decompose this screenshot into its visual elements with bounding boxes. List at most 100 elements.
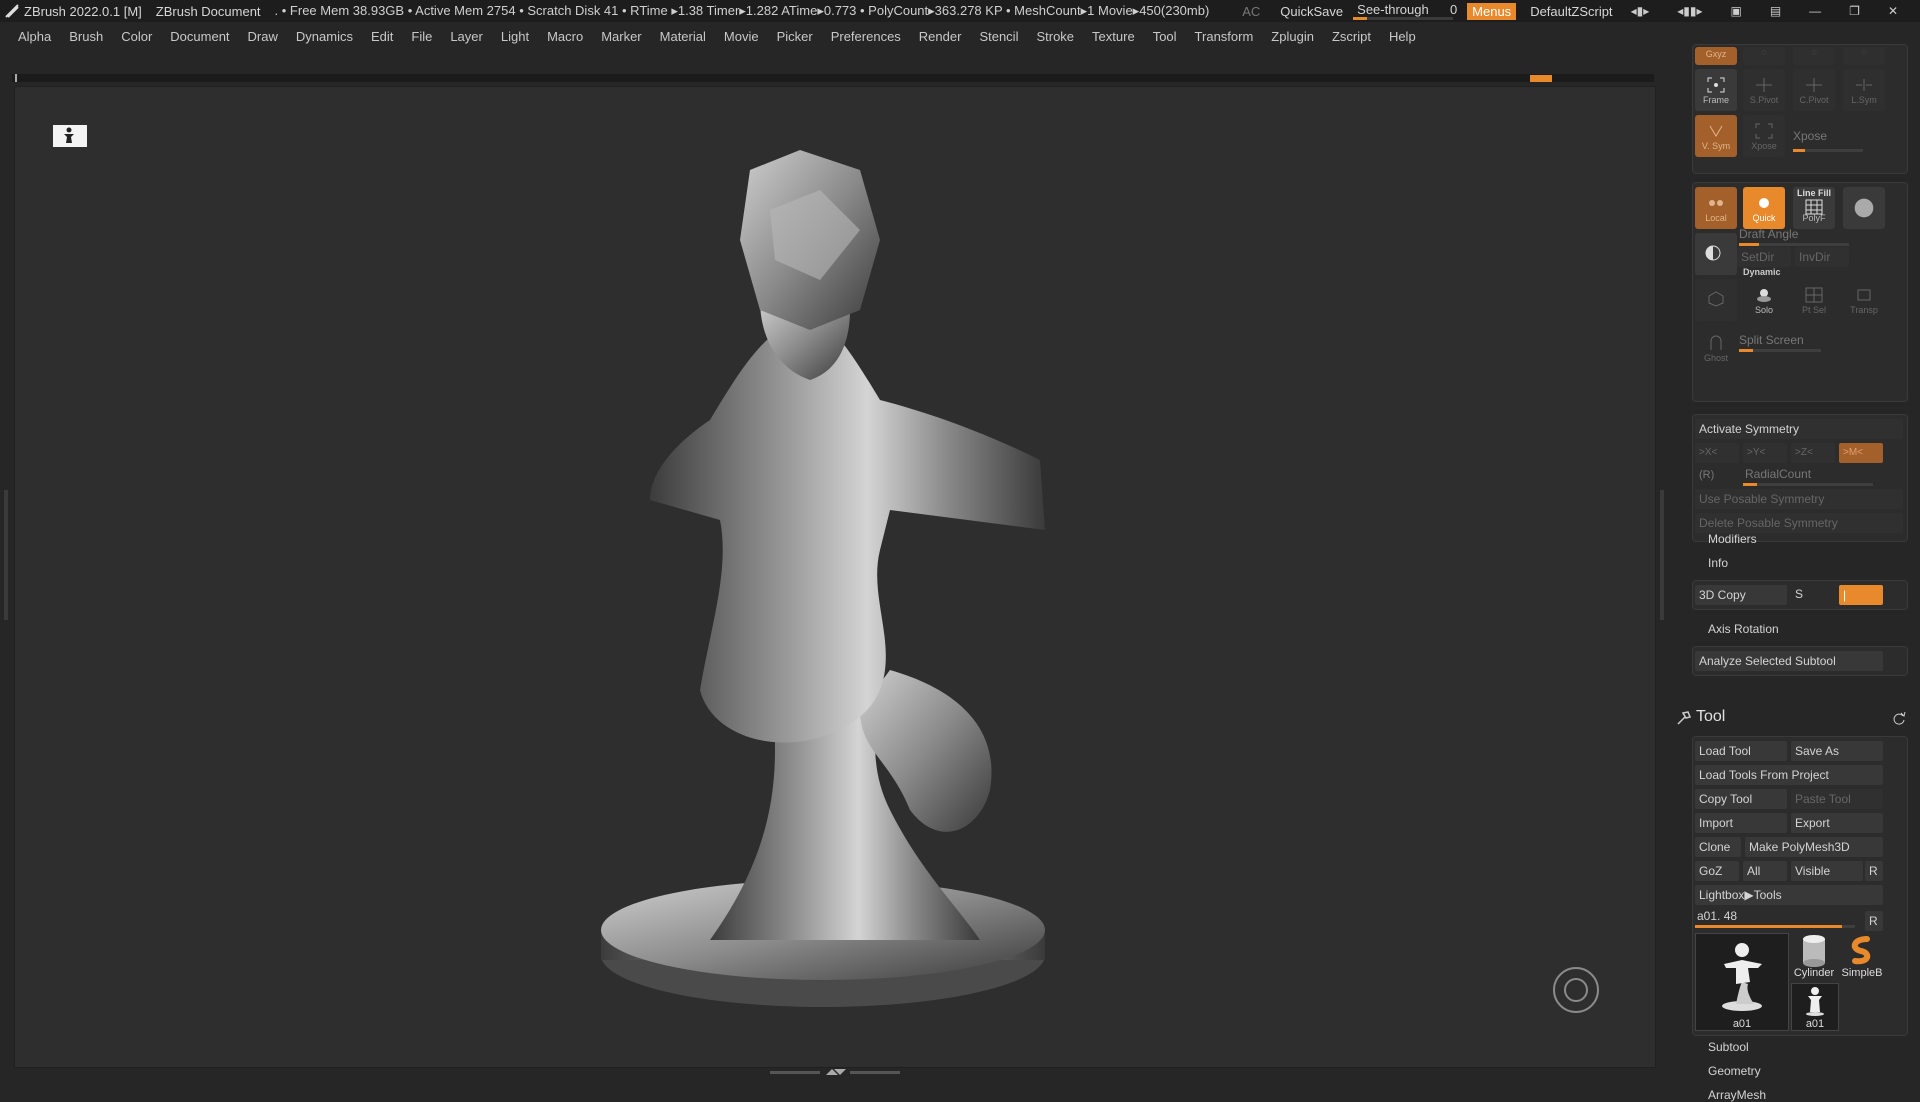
sym-z-button[interactable]: >Z< [1791,443,1835,463]
menu-document[interactable]: Document [170,29,229,44]
menu-dynamics[interactable]: Dynamics [296,29,353,44]
tool-palette-header[interactable]: Tool [1677,708,1906,730]
goz-button[interactable]: GoZ [1695,861,1739,881]
ac-button[interactable]: AC [1242,4,1260,19]
copy3d-button[interactable]: 3D Copy [1695,585,1787,605]
floor-toggle[interactable] [1695,233,1737,275]
goz-visible-button[interactable]: Visible [1791,861,1863,881]
menu-picker[interactable]: Picker [777,29,813,44]
right-tray-handle[interactable] [1660,490,1664,620]
menu-brush[interactable]: Brush [69,29,103,44]
frame-button[interactable]: Frame [1695,69,1737,111]
radialcount-slider[interactable] [1743,483,1873,486]
quicksave-button[interactable]: QuickSave [1280,4,1343,19]
transp-button[interactable]: Transp [1843,279,1885,321]
menu-light[interactable]: Light [501,29,529,44]
minimize-icon[interactable]: — [1809,4,1821,18]
timeline[interactable] [12,74,1654,82]
tool-thumb-a01-small[interactable]: a01 [1791,983,1839,1031]
activate-symmetry-button[interactable]: Activate Symmetry [1695,419,1903,439]
tool-thumb-cylinder[interactable]: Cylinder [1791,933,1837,979]
lsym-button[interactable]: L.Sym [1843,69,1885,111]
see-through-slider[interactable]: See-through 0 [1353,0,1457,22]
perspective-toggle[interactable] [1695,279,1737,321]
copy-tool-button[interactable]: Copy Tool [1695,789,1787,809]
cpivot-button[interactable]: C.Pivot [1793,69,1835,111]
goz-all-button[interactable]: All [1743,861,1787,881]
close-icon[interactable]: ✕ [1888,4,1898,18]
menu-transform[interactable]: Transform [1195,29,1254,44]
geometry-subpalette[interactable]: Geometry [1708,1064,1761,1078]
menu-zplugin[interactable]: Zplugin [1271,29,1314,44]
tool-thumb-simplebrush[interactable]: SimpleB [1839,933,1885,979]
save-as-button[interactable]: Save As [1791,741,1883,761]
delete-posable-symmetry-button[interactable]: Delete Posable Symmetry [1695,513,1903,533]
xpose-slider[interactable] [1793,149,1863,152]
modifiers-subpalette[interactable]: Modifiers [1708,532,1757,546]
local-sym-icon[interactable]: ◌ [1743,47,1785,65]
analyze-subtool-button[interactable]: Analyze Selected Subtool [1695,651,1883,671]
sculpt-model[interactable] [560,110,1080,1040]
copy3d-count-field[interactable]: | [1839,585,1883,605]
setdir-button[interactable]: SetDir [1737,247,1791,267]
menu-preferences[interactable]: Preferences [831,29,901,44]
radial-r-label[interactable]: (R) [1699,469,1714,481]
default-zscript-button[interactable]: DefaultZScript [1530,4,1612,19]
solo-button[interactable]: Solo [1743,279,1785,321]
subtool-subpalette[interactable]: Subtool [1708,1040,1749,1054]
clone-button[interactable]: Clone [1695,837,1741,857]
axis-rotation-subpalette[interactable]: Axis Rotation [1708,622,1779,636]
import-button[interactable]: Import [1695,813,1787,833]
load-tool-button[interactable]: Load Tool [1695,741,1787,761]
local-button[interactable]: Local [1695,187,1737,229]
menu-layer[interactable]: Layer [450,29,483,44]
layout-icon[interactable]: ▣ [1730,4,1741,18]
navigation-gizmo[interactable] [1553,967,1599,1013]
xpose-tile-button[interactable]: Xpose [1743,115,1785,157]
tool-thumb-a01[interactable]: a01 [1695,933,1789,1031]
restore-icon[interactable]: ❐ [1849,4,1860,18]
ghost-button[interactable]: Ghost [1695,327,1737,369]
polyf-button[interactable]: Line Fill PolyF [1793,187,1835,229]
info-subpalette[interactable]: Info [1708,556,1728,570]
bottom-tray-handle[interactable] [770,1068,900,1076]
sym-m-button[interactable]: >M< [1839,443,1883,463]
quick-button[interactable]: Quick [1743,187,1785,229]
menu-edit[interactable]: Edit [371,29,393,44]
menu-zscript[interactable]: Zscript [1332,29,1371,44]
material-sphere[interactable] [1843,187,1885,229]
spivot-button[interactable]: S.Pivot [1743,69,1785,111]
goz-r-button[interactable]: R [1865,861,1883,881]
menu-material[interactable]: Material [660,29,706,44]
document-icon[interactable] [53,125,87,147]
menu-file[interactable]: File [411,29,432,44]
current-tool-r-button[interactable]: R [1865,911,1883,931]
menu-alpha[interactable]: Alpha [18,29,51,44]
narrow-ui-icon[interactable]: ◂▮▸ [1631,4,1650,18]
menu-stencil[interactable]: Stencil [979,29,1018,44]
sym-z-icon[interactable]: ◌ [1843,47,1885,65]
timeline-marker[interactable] [1530,75,1552,82]
vsym-button[interactable]: V. Sym [1695,115,1737,157]
split-screen-slider[interactable] [1739,349,1821,352]
current-tool-slider[interactable] [1695,925,1855,928]
draft-angle-slider[interactable] [1739,243,1849,246]
sym-y-button[interactable]: >Y< [1743,443,1787,463]
left-tray-handle[interactable] [4,490,8,620]
menus-button[interactable]: Menus [1467,2,1517,20]
sym-y-icon[interactable]: ◌ [1793,47,1835,65]
paste-tool-button[interactable]: Paste Tool [1791,789,1883,809]
menu-marker[interactable]: Marker [601,29,641,44]
lightbox-tools-button[interactable]: Lightbox▶Tools [1695,885,1883,905]
ptsel-button[interactable]: Pt Sel [1793,279,1835,321]
load-tools-from-project-button[interactable]: Load Tools From Project [1695,765,1883,785]
refresh-icon[interactable] [1892,711,1906,725]
use-posable-symmetry-button[interactable]: Use Posable Symmetry [1695,489,1903,509]
menu-tool[interactable]: Tool [1153,29,1177,44]
menu-macro[interactable]: Macro [547,29,583,44]
menu-color[interactable]: Color [121,29,152,44]
menu-draw[interactable]: Draw [248,29,278,44]
xyz-button[interactable]: Gxyz [1695,47,1737,65]
make-polymesh-button[interactable]: Make PolyMesh3D [1745,837,1883,857]
invdir-button[interactable]: InvDir [1795,247,1849,267]
